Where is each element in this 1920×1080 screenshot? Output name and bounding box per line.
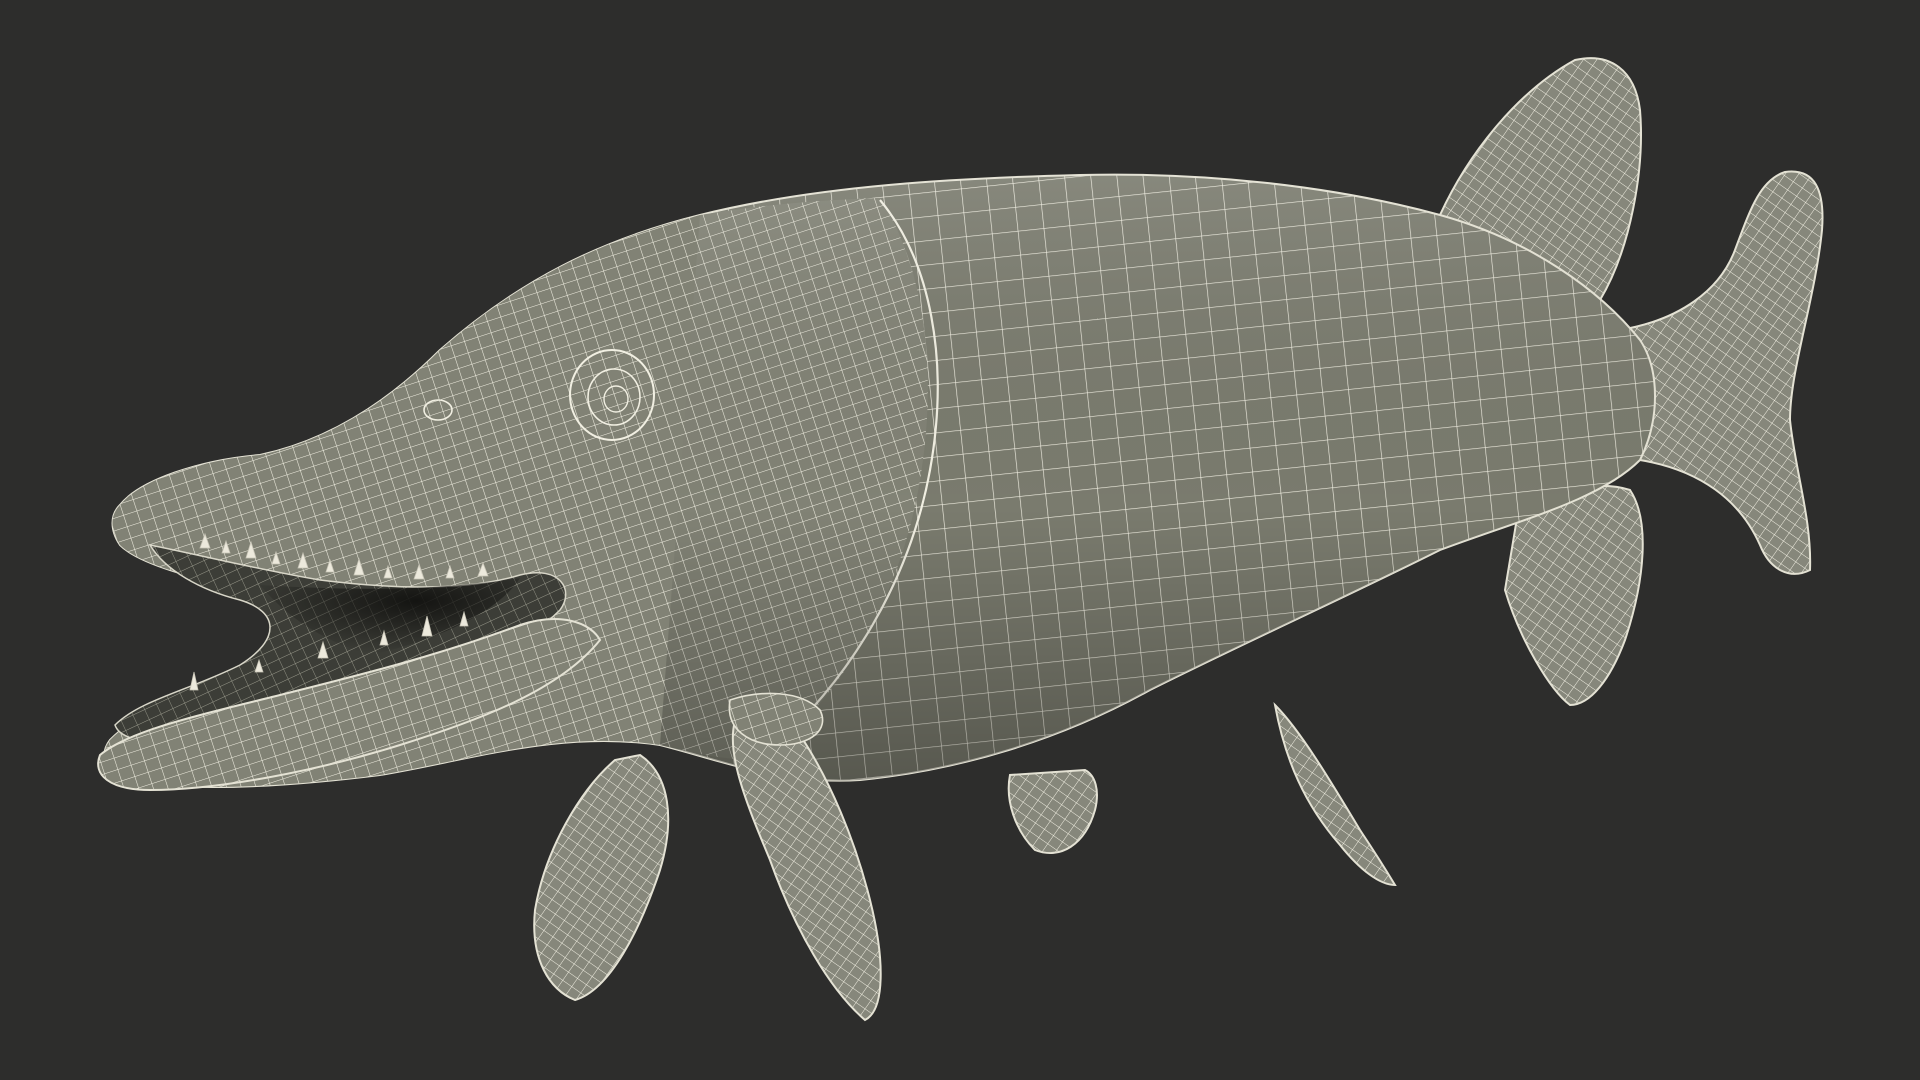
fish-wireframe-render bbox=[97, 57, 1824, 1022]
pectoral-fin-left bbox=[533, 753, 670, 1002]
ventral-fin bbox=[1273, 702, 1397, 887]
body-shading bbox=[660, 174, 1655, 781]
eye bbox=[569, 349, 655, 441]
pelvic-fin bbox=[1007, 768, 1098, 855]
render-viewport bbox=[0, 0, 1920, 1080]
